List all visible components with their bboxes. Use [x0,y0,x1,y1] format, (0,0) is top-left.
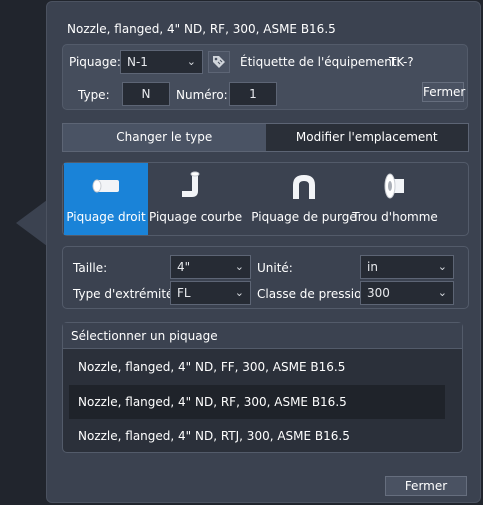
tab-change-type[interactable]: Changer le type [63,124,266,151]
manhole-icon [384,173,404,199]
nozzle-list-heading: Sélectionner un piquage [63,323,462,349]
number-label: Numéro: [176,88,228,102]
list-item[interactable]: Nozzle, flanged, 4" ND, FF, 300, ASME B1… [69,350,445,384]
nozzle-list: Sélectionner un piquage Nozzle, flanged,… [62,322,463,453]
nozzle-type-selector: Piquage droit Piquage courbe Piquage de … [62,162,469,236]
nozzle-header-group: Piquage: N-1 ⌄ Étiquette de l'équipement… [62,44,468,110]
unit-select-value: in [367,260,378,274]
type-vent-nozzle[interactable]: Piquage de purge [249,163,359,235]
type-label: Type: [78,88,110,102]
tag-icon [213,56,225,68]
size-select-value: 4" [177,260,191,274]
size-select[interactable]: 4" ⌄ [170,255,251,279]
background-strip [0,0,46,505]
piquage-label: Piquage: [69,55,121,69]
type-straight-nozzle[interactable]: Piquage droit [64,163,148,235]
pressure-class-select[interactable]: 300 ⌄ [360,281,454,305]
tag-button[interactable] [208,51,230,73]
list-item[interactable]: Nozzle, flanged, 4" ND, RTJ, 300, ASME B… [69,419,445,453]
equipment-tag-label: Étiquette de l'équipement: [240,55,401,69]
unit-label: Unité: [257,261,293,275]
piquage-select[interactable]: N-1 ⌄ [120,50,203,74]
type-bent-nozzle[interactable]: Piquage courbe [149,163,243,235]
header-close-button[interactable]: Fermer [422,82,465,102]
pressure-class-label: Classe de pression: [257,287,374,301]
end-type-label: Type d'extrémité: [73,287,178,301]
list-item-selected[interactable]: Nozzle, flanged, 4" ND, RF, 300, ASME B1… [69,385,445,419]
tab-bar: Changer le type Modifier l'emplacement [62,123,469,152]
straight-nozzle-icon [92,179,119,193]
bent-nozzle-icon [182,171,200,197]
nozzle-popup-panel: Nozzle, flanged, 4" ND, RF, 300, ASME B1… [46,1,481,503]
chevron-down-icon: ⌄ [437,260,447,273]
chevron-down-icon: ⌄ [437,286,447,299]
type-manhole[interactable]: Trou d'homme [351,163,439,235]
chevron-down-icon: ⌄ [234,260,244,273]
end-type-select[interactable]: FL ⌄ [170,281,251,305]
size-label: Taille: [73,261,108,275]
nozzle-properties-group: Taille: 4" ⌄ Unité: in ⌄ Type d'extrémit… [62,246,469,309]
number-field[interactable]: 1 [229,82,277,106]
end-type-select-value: FL [177,286,191,300]
unit-select[interactable]: in ⌄ [360,255,454,279]
type-label-bent: Piquage courbe [149,210,243,224]
type-field[interactable]: N [122,82,170,106]
type-label-manhole: Trou d'homme [352,210,438,224]
type-label-vent: Piquage de purge [251,210,357,224]
chevron-down-icon: ⌄ [186,55,196,68]
footer-close-button[interactable]: Fermer [385,476,467,496]
chevron-down-icon: ⌄ [234,286,244,299]
callout-pointer [16,200,47,246]
tab-modify-location[interactable]: Modifier l'emplacement [265,124,468,151]
type-label-straight: Piquage droit [66,210,146,224]
popup-title: Nozzle, flanged, 4" ND, RF, 300, ASME B1… [67,22,336,36]
equipment-tag-value: TK-? [389,55,414,69]
pressure-class-select-value: 300 [367,286,390,300]
vent-nozzle-icon [293,175,315,199]
piquage-select-value: N-1 [127,55,148,69]
